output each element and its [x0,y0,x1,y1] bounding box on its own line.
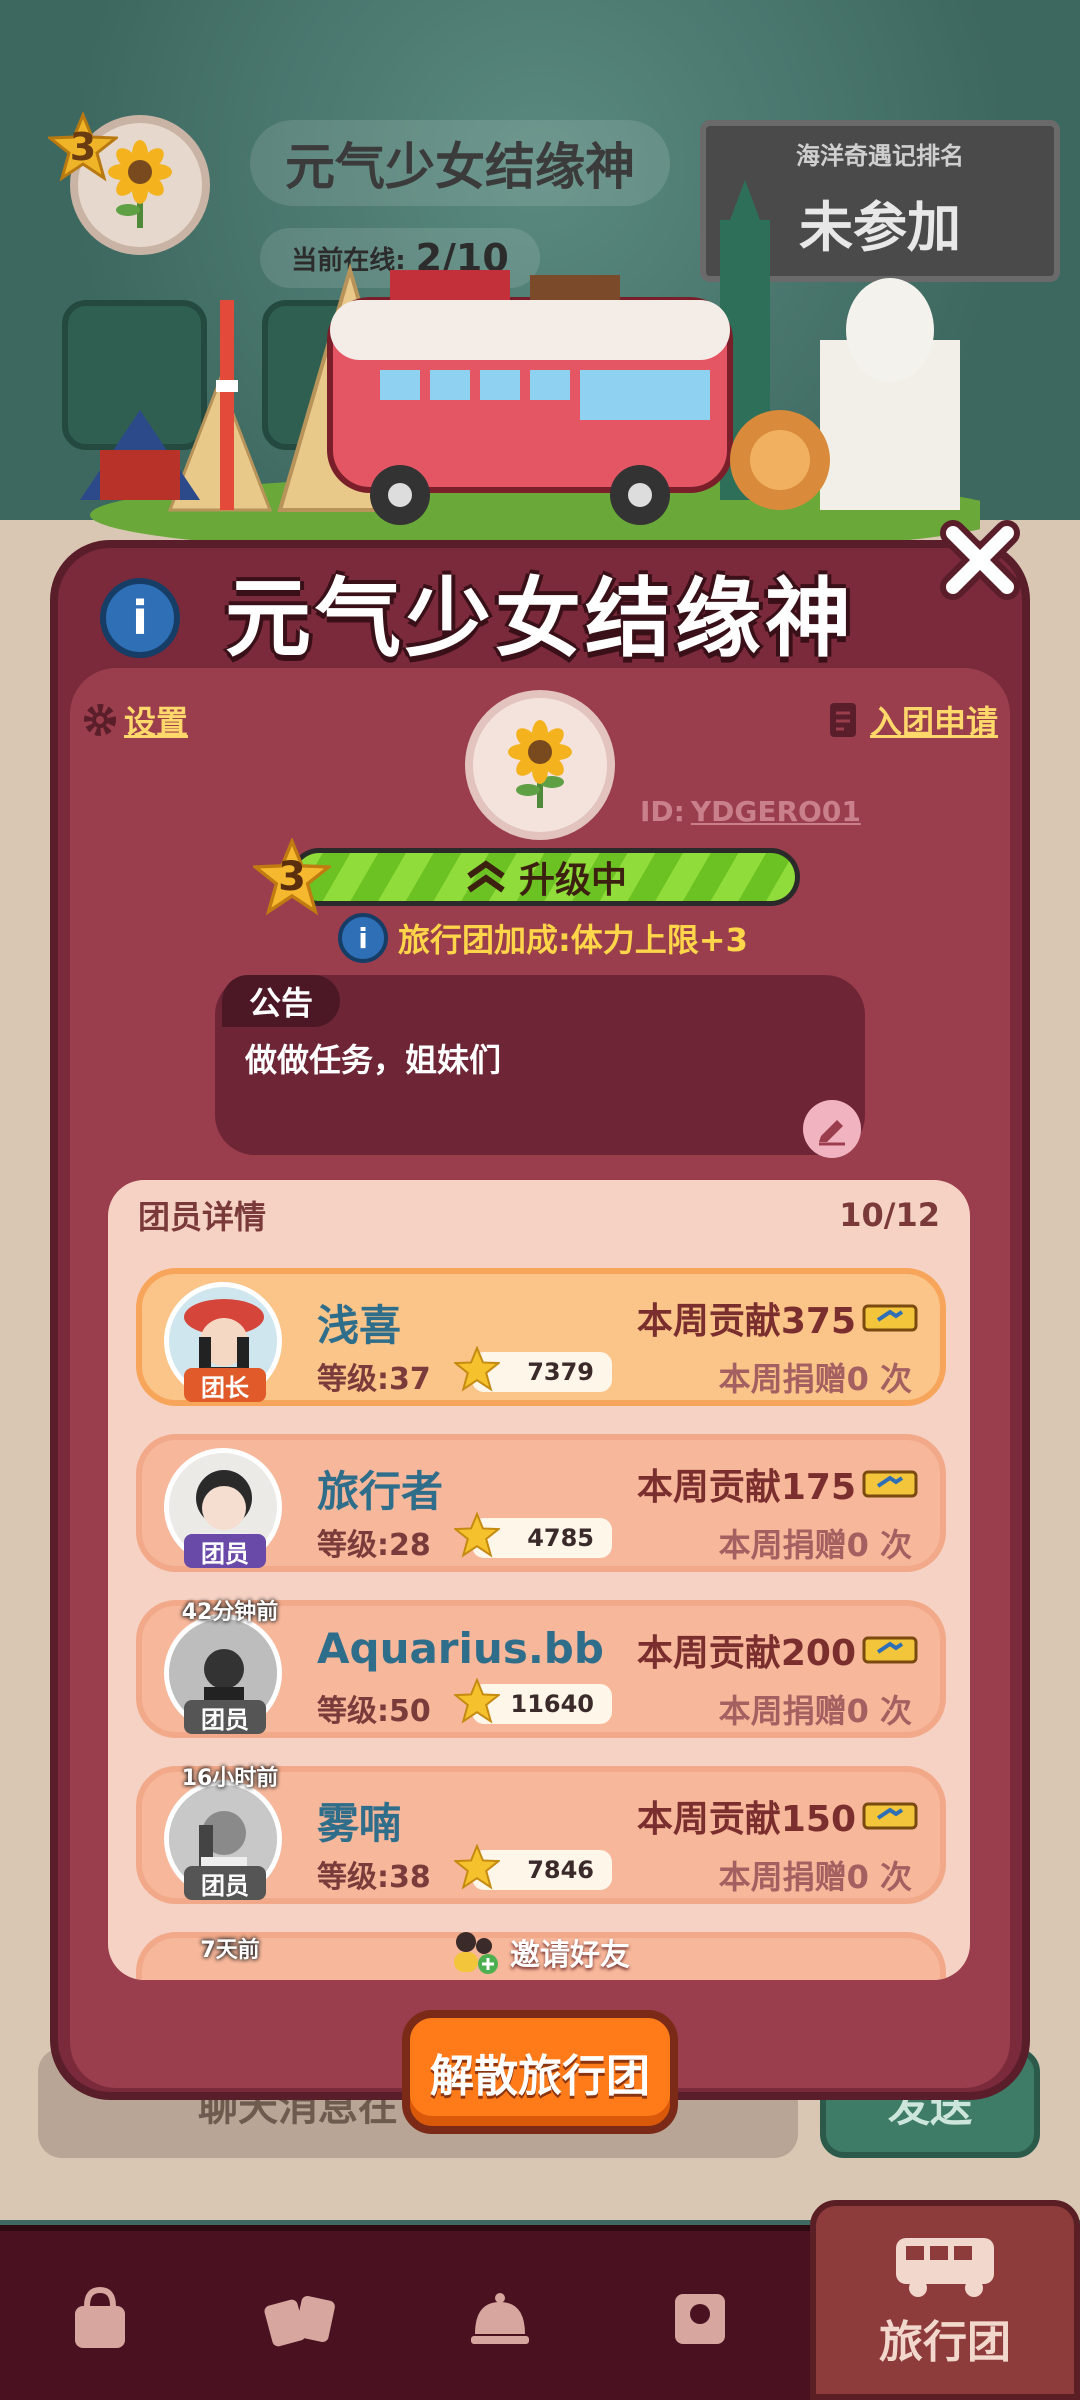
modal-title: 元气少女结缘神 [225,568,855,669]
member-level: 等级:37 [317,1362,431,1397]
info-button[interactable]: i [100,578,180,658]
invite-friends-button[interactable]: 邀请好友 [448,1925,630,1979]
member-last-seen: 7天前 [200,1938,260,1963]
group-level: 3 [278,854,306,900]
member-row[interactable]: 团员 旅行者 等级:28 4785 本周贡献175 本周捐赠0 次 [136,1434,946,1572]
travel-bus-illustration [80,180,980,540]
member-level: 等级:38 [317,1860,431,1895]
member-donation: 本周捐赠0 次 [718,1526,912,1564]
member-last-seen: 16小时前 [181,1766,279,1791]
member-row[interactable]: 团长 浅喜 等级:37 7379 本周贡献375 本周捐赠0 次 [136,1268,946,1406]
info-icon[interactable]: i [338,913,388,963]
group-avatar [465,690,615,840]
cards-icon [264,2295,335,2346]
edit-notice-button[interactable] [803,1100,861,1158]
level-progress-fill: 升级中 [295,853,795,901]
star-icon [454,1678,500,1724]
member-level: 等级:28 [317,1528,431,1563]
member-name: 旅行者 [317,1467,444,1516]
members-count: 10/12 [839,1196,940,1234]
ticket-icon [862,1304,918,1332]
level-status: 升级中 [518,860,627,901]
ticket-icon [862,1802,918,1830]
member-contribution-text: 本周贡献150 [636,1799,856,1840]
member-role-badge: 团长 [184,1368,266,1402]
level-progress-bar: 升级中 [290,848,800,906]
member-role-badge: 团员 [184,1700,266,1734]
pencil-icon [819,1120,845,1146]
gear-icon [84,704,116,736]
nav-item-travel-group[interactable]: 旅行团 [810,2200,1080,2400]
members-panel[interactable]: 团员详情 10/12 团长 浅喜 等级:37 7379 本周贡献375 本周捐赠… [108,1180,970,1980]
nav-item-shop[interactable] [0,2231,200,2400]
member-donation: 本周捐赠0 次 [718,1692,912,1730]
map-icon [675,2293,725,2344]
nav-item-cards[interactable] [200,2231,400,2400]
close-button[interactable] [930,510,1030,610]
member-name: Aquarius.bb [317,1624,604,1673]
group-level-star: 3 [253,838,331,916]
star-icon [454,1346,500,1392]
group-id: ID: YDGERO01 [640,795,861,835]
members-header: 团员详情 10/12 [108,1180,970,1250]
nav-item-map[interactable] [600,2231,800,2400]
member-contribution: 本周贡献375 [637,1292,918,1344]
member-row[interactable]: 团员 42分钟前 Aquarius.bb 等级:50 11640 本周贡献200… [136,1600,946,1738]
sunflower-icon [508,720,572,808]
group-bonus-text: 旅行团加成:体力上限+3 [398,921,748,959]
background-level-star: 3 [48,112,118,182]
member-contribution: 本周贡献200 [637,1624,918,1676]
settings-label: 设置 [124,703,189,741]
ticket-icon [862,1636,918,1664]
member-contribution: 本周贡献150 [637,1790,918,1842]
modal-title-banner: 元气少女结缘神 [50,540,1030,680]
member-name: 雾喃 [317,1799,402,1848]
ticket-icon [862,1470,918,1498]
group-id-label: ID: [640,795,685,828]
member-role-badge: 团员 [184,1866,266,1900]
member-contribution: 本周贡献175 [637,1458,918,1510]
group-bonus: i 旅行团加成:体力上限+3 [338,910,748,966]
join-requests-link[interactable]: 入团申请 [828,695,998,745]
service-bell-icon [471,2292,529,2344]
member-row[interactable]: 团员 16小时前 雾喃 等级:38 7846 本周贡献150 本周捐赠0 次 [136,1766,946,1904]
info-icon: i [132,591,148,645]
member-name: 浅喜 [317,1301,402,1350]
star-icon [454,1512,500,1558]
member-role-badge: 团员 [184,1534,266,1568]
member-donation: 本周捐赠0 次 [718,1360,912,1398]
member-contribution-text: 本周贡献375 [636,1301,856,1342]
join-requests-label: 入团申请 [870,703,999,741]
bus-icon [896,2238,994,2297]
notice-tab: 公告 [222,975,340,1027]
settings-link[interactable]: 设置 [82,695,188,745]
nav-item-travel-group-label: 旅行团 [879,2317,1011,2368]
invite-friends-label: 邀请好友 [510,1938,630,1973]
double-chevron-up-icon [467,860,505,893]
invite-friends-icon [454,1932,498,1974]
nav-item-service[interactable] [400,2231,600,2400]
rank-board-title: 海洋奇遇记排名 [796,142,964,170]
member-contribution-text: 本周贡献200 [636,1633,856,1674]
document-icon [830,703,856,737]
member-level: 等级:50 [317,1694,431,1729]
notice-text: 做做任务，姐妹们 [245,1041,502,1079]
member-donation: 本周捐赠0 次 [718,1858,912,1896]
group-id-value: YDGERO01 [690,795,861,828]
star-icon [454,1844,500,1890]
members-title: 团员详情 [138,1198,267,1236]
disband-group-button[interactable]: 解散旅行团 [402,2010,678,2134]
close-icon [940,520,1020,600]
bag-icon [75,2286,125,2348]
member-last-seen: 42分钟前 [181,1600,279,1625]
member-contribution-text: 本周贡献175 [636,1467,856,1508]
